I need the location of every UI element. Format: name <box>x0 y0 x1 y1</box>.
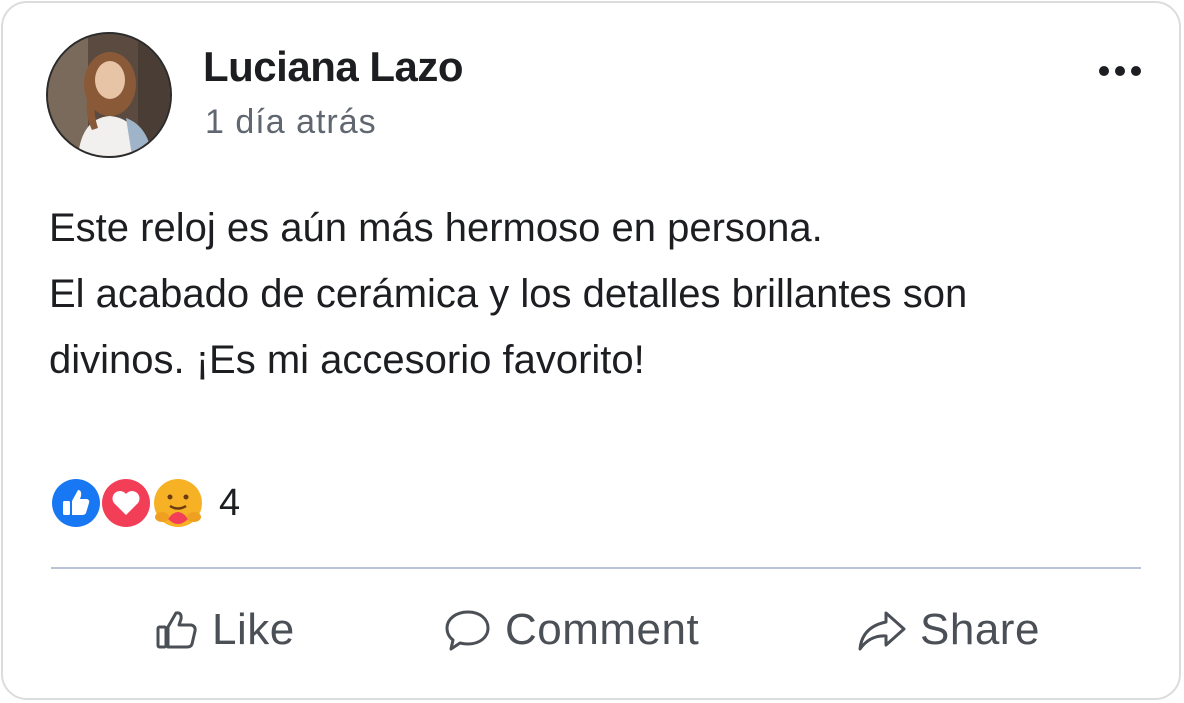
more-horizontal-icon <box>1099 66 1141 76</box>
divider <box>51 567 1141 569</box>
care-reaction-icon <box>152 477 204 529</box>
reaction-count[interactable]: 4 <box>219 482 240 525</box>
comment-bubble-icon <box>445 610 490 651</box>
like-reaction-icon <box>50 477 102 529</box>
share-label: Share <box>920 605 1040 654</box>
post-timestamp[interactable]: 1 día atrás <box>205 103 377 142</box>
post-text: Este reloj es aún más hermoso en persona… <box>49 195 1149 393</box>
share-arrow-icon <box>858 611 906 651</box>
post-text-line: Este reloj es aún más hermoso en persona… <box>49 206 823 250</box>
thumbs-up-icon <box>156 611 197 649</box>
post-text-line: El acabado de cerámica y los detalles br… <box>49 272 968 316</box>
avatar-photo <box>48 34 170 156</box>
love-reaction-icon <box>100 477 152 529</box>
comment-label: Comment <box>505 605 700 654</box>
post-text-line: divinos. ¡Es mi accesorio favorito! <box>49 338 645 382</box>
like-label: Like <box>212 605 295 654</box>
avatar[interactable] <box>46 32 172 158</box>
author-name[interactable]: Luciana Lazo <box>203 43 464 91</box>
reactions-summary[interactable] <box>50 475 210 531</box>
comment-button[interactable]: Comment <box>443 599 699 661</box>
more-options-button[interactable] <box>1097 61 1143 81</box>
like-button[interactable]: Like <box>154 599 295 661</box>
share-button[interactable]: Share <box>856 599 1040 661</box>
post-card: Luciana Lazo 1 día atrás Este reloj es a… <box>1 1 1181 700</box>
